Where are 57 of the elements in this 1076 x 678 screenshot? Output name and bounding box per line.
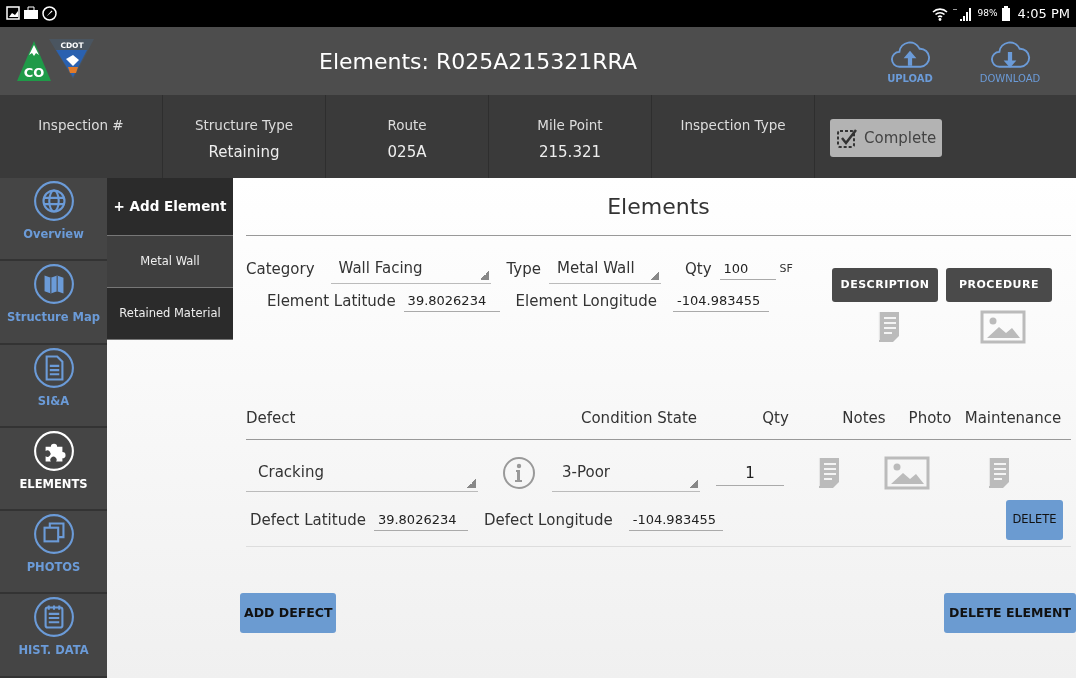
column-header: Maintenance bbox=[964, 408, 1062, 427]
field-label: Inspection # bbox=[38, 116, 124, 135]
puzzle-icon bbox=[32, 429, 75, 472]
field-label: Qty bbox=[685, 258, 712, 280]
delete-element-button[interactable]: DELETE ELEMENT bbox=[944, 593, 1076, 633]
element-list-item[interactable]: Retained Material bbox=[107, 288, 233, 340]
briefcase-icon bbox=[24, 6, 38, 20]
column-header: Photo bbox=[908, 408, 952, 427]
longitude-field[interactable]: -104.983455 bbox=[673, 290, 770, 313]
complete-button[interactable]: Complete bbox=[830, 119, 943, 157]
battery-icon bbox=[1001, 6, 1010, 21]
document-icon bbox=[32, 346, 75, 389]
field-label: Mile Point bbox=[537, 116, 603, 135]
unit-label: SF bbox=[779, 260, 793, 277]
field-label: Category bbox=[246, 258, 315, 280]
latitude-field[interactable]: 39.8026234 bbox=[403, 290, 500, 313]
field-value: Retaining bbox=[208, 142, 280, 164]
field-label: Type bbox=[506, 258, 541, 280]
field-label: Element Longitude bbox=[515, 291, 658, 312]
longitude-field[interactable]: -104.983455 bbox=[628, 509, 723, 531]
compass-icon bbox=[42, 6, 57, 21]
clock-time: 4:05 PM bbox=[1017, 4, 1070, 23]
field-label: Defect Latitude bbox=[250, 509, 366, 531]
element-list-item[interactable]: Metal Wall bbox=[107, 236, 233, 288]
info-icon[interactable] bbox=[502, 456, 536, 490]
description-button[interactable]: DESCRIPTION bbox=[832, 268, 938, 302]
qty-field[interactable]: 100 bbox=[719, 258, 776, 280]
wifi-icon bbox=[931, 5, 948, 22]
delete-button[interactable]: DELETE bbox=[1006, 500, 1063, 540]
globe-icon bbox=[32, 180, 75, 222]
add-element-button[interactable]: + Add Element bbox=[107, 178, 233, 236]
page-title: Elements: R025A215321RRA bbox=[319, 48, 637, 74]
field-value: 215.321 bbox=[539, 142, 601, 164]
image-icon bbox=[6, 6, 20, 20]
map-icon bbox=[32, 263, 75, 306]
field-label: Inspection Type bbox=[680, 116, 786, 135]
add-defect-button[interactable]: ADD DEFECT bbox=[240, 593, 336, 633]
section-title: Elements bbox=[607, 193, 710, 221]
procedure-button[interactable]: PROCEDURE bbox=[946, 268, 1052, 302]
nav-tab[interactable]: ELEMENTS bbox=[0, 427, 107, 512]
photos-icon bbox=[32, 513, 75, 556]
field-label: Structure Type bbox=[194, 116, 294, 135]
field-label: Defect Longitude bbox=[483, 509, 613, 531]
column-header: Qty bbox=[762, 408, 789, 427]
signal-icon bbox=[951, 6, 974, 21]
image-icon bbox=[980, 310, 1026, 344]
latitude-field[interactable]: 39.8026234 bbox=[373, 509, 468, 531]
field-label: Route bbox=[387, 116, 427, 135]
column-header: Defect bbox=[246, 408, 296, 427]
field-value: 025A bbox=[387, 142, 427, 164]
notepad-icon bbox=[32, 596, 75, 639]
battery-percent: 98% bbox=[977, 6, 998, 20]
field-label: Element Latitude bbox=[267, 291, 396, 312]
column-header: Condition State bbox=[580, 408, 698, 427]
image-icon bbox=[884, 456, 930, 490]
column-header: Notes bbox=[842, 408, 886, 427]
qty-field[interactable]: 1 bbox=[716, 460, 784, 486]
